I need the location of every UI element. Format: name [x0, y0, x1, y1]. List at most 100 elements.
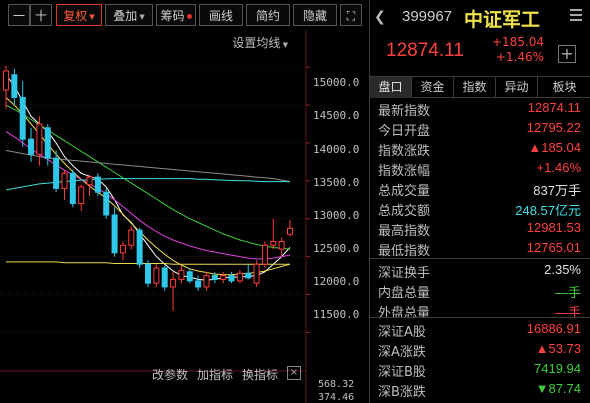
candle-body: [186, 271, 193, 282]
price-label: 11500.0: [313, 308, 360, 321]
huaxian-button[interactable]: 画线: [199, 4, 243, 26]
quote-value: 16886.91: [526, 321, 581, 336]
quote-row: 深A涨跌 ▲53.73: [370, 339, 590, 360]
add-watchlist-button[interactable]: +: [558, 45, 576, 63]
quote-label: 最新指数: [378, 104, 431, 119]
price-label: 14000.0: [313, 143, 360, 156]
candle-body: [103, 191, 110, 216]
chouma-label: 筹码: [160, 9, 185, 23]
quote-value: ▼87.74: [535, 381, 581, 396]
quote-label: 深B涨跌: [378, 385, 426, 400]
quote-row: 最高指数 12981.53: [370, 218, 590, 239]
quote-row: 最新指数 12874.11: [370, 98, 590, 119]
candle-body: [119, 244, 126, 254]
quote-label: 最高指数: [378, 224, 431, 239]
quote-label: 深证A股: [378, 325, 426, 340]
ma-line: [5, 178, 290, 191]
close-icon[interactable]: ×: [287, 366, 301, 380]
candle-body: [236, 272, 243, 282]
candle-body: [286, 227, 294, 235]
zoom-out-button[interactable]: 一: [8, 4, 30, 26]
volume-axis-top: 568.32: [318, 379, 355, 390]
jianyue-button[interactable]: 简约: [246, 4, 290, 26]
diejia-dropdown[interactable]: 叠加 ▼: [105, 4, 153, 26]
fuquan-dropdown[interactable]: 复权 ▼: [56, 4, 102, 26]
yincang-button[interactable]: 隐藏: [293, 4, 337, 26]
price-label: 15000.0: [313, 76, 360, 89]
back-arrow-icon[interactable]: ❮: [374, 9, 386, 25]
change-value: +185.04: [491, 35, 544, 49]
candle-body: [220, 275, 227, 280]
quote-value: 12765.01: [526, 240, 581, 255]
section-divider: [370, 258, 590, 259]
candle-body: [203, 275, 210, 288]
tab-pankou[interactable]: 盘口: [370, 77, 412, 98]
price-label: 12000.0: [313, 275, 360, 288]
quote-label: 最低指数: [378, 244, 431, 259]
quote-label: 深A涨跌: [378, 345, 426, 360]
kline-chart[interactable]: 15000.0 14500.0 14000.0 13500.0 13000.0 …: [0, 30, 366, 403]
tab-bankuai[interactable]: 板块: [538, 77, 590, 98]
quote-label: 指数涨幅: [378, 164, 431, 179]
candle-body: [245, 272, 252, 279]
quote-value: —手: [554, 285, 581, 300]
chart-toolbar: 一 十 复权 ▼ 叠加 ▼ 筹码 画线 简约 隐藏 ⛶: [0, 0, 366, 30]
candle-body: [278, 240, 285, 250]
ma-line: [5, 97, 291, 276]
index-code: 399967: [402, 8, 453, 25]
candle-body: [195, 280, 202, 288]
price-label: 13000.0: [313, 209, 360, 222]
quote-label: 深证换手: [378, 266, 431, 281]
quote-value: 248.57亿元: [515, 203, 581, 218]
quote-row: 深证B股 7419.94: [370, 359, 590, 380]
quote-value: 12795.22: [526, 120, 581, 135]
tab-zhishu[interactable]: 指数: [454, 77, 496, 98]
change-percent: +1.46%: [495, 50, 544, 64]
candle-body: [144, 263, 152, 284]
red-dot-icon: [186, 14, 192, 19]
fuquan-label: 复权: [63, 9, 88, 23]
candle-body: [111, 214, 118, 254]
kline-svg: [0, 30, 310, 403]
candle-body: [261, 244, 268, 265]
tab-zijin[interactable]: 资金: [412, 77, 454, 98]
quote-row: 深证换手 2.35%: [370, 260, 590, 281]
quote-panel: ❮ 399967 中证军工 12874.11 +185.04 +1.46% + …: [369, 0, 590, 403]
candle-body: [253, 263, 260, 284]
quote-label: 指数涨跌: [378, 144, 431, 159]
price-change: +185.04 +1.46%: [488, 35, 544, 65]
gai-canshu-button[interactable]: 改参数: [152, 366, 188, 383]
quote-label: 内盘总量: [378, 286, 431, 301]
quote-tabs: 盘口 资金 指数 异动 板块: [370, 76, 590, 98]
quote-value: 837万手: [533, 183, 581, 198]
candle-body: [11, 74, 18, 98]
jia-zhibiao-button[interactable]: 加指标: [197, 366, 233, 383]
quote-value: +1.46%: [536, 160, 581, 175]
quote-label: 深证B股: [378, 365, 426, 380]
candles: [2, 65, 294, 312]
quote-row: 最低指数 12765.01: [370, 238, 590, 259]
section-divider: [370, 317, 590, 318]
quote-value: 12874.11: [527, 100, 581, 115]
index-name: 中证军工: [464, 9, 541, 31]
quote-value: ▲185.04: [528, 140, 581, 155]
zoom-in-button[interactable]: 十: [30, 4, 52, 26]
price-label: 12500.0: [313, 242, 360, 255]
quote-row: 深证A股 16886.91: [370, 319, 590, 340]
tab-yidong[interactable]: 异动: [496, 77, 538, 98]
chouma-button[interactable]: 筹码: [156, 4, 196, 26]
grid: [0, 30, 310, 403]
candle-body: [69, 172, 76, 205]
diejia-label: 叠加: [113, 9, 138, 23]
quote-value: ▲53.73: [535, 341, 581, 356]
quote-row: 深B涨跌 ▼87.74: [370, 379, 590, 400]
huan-zhibiao-button[interactable]: 换指标: [242, 366, 278, 383]
fullscreen-icon[interactable]: ⛶: [340, 4, 362, 26]
candle-body: [44, 127, 51, 159]
menu-icon[interactable]: [570, 9, 582, 24]
quote-row: 总成交量 837万手: [370, 178, 590, 199]
candle-body: [53, 157, 60, 189]
candle-body: [86, 176, 93, 186]
chevron-down-icon: ▼: [139, 12, 145, 21]
candle-body: [170, 278, 177, 288]
